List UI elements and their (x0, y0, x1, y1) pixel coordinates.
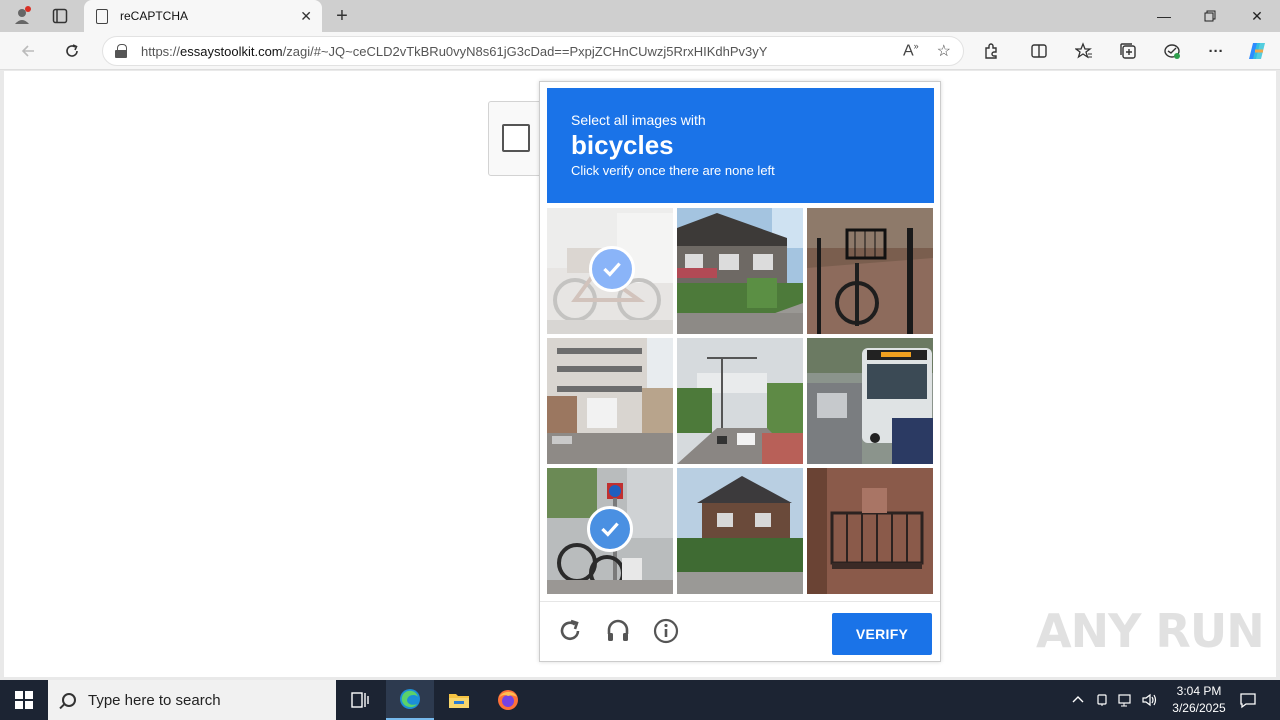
minimize-button[interactable]: — (1141, 0, 1187, 32)
close-window-button[interactable]: ✕ (1234, 0, 1280, 32)
image-tile-4[interactable] (547, 338, 673, 464)
profile-icon[interactable] (10, 4, 34, 28)
browser-essentials-icon[interactable] (1160, 40, 1184, 62)
page-icon (96, 8, 108, 24)
tab-recaptcha[interactable]: reCAPTCHA ✕ (84, 0, 322, 32)
back-arrow-icon[interactable] (15, 39, 41, 63)
recaptcha-checkbox[interactable] (502, 124, 530, 152)
network-icon[interactable] (1116, 690, 1136, 710)
tab-title: reCAPTCHA (120, 9, 189, 23)
notifications-icon[interactable] (1238, 690, 1258, 710)
image-tile-1[interactable] (547, 208, 673, 334)
audio-challenge-icon[interactable] (603, 616, 633, 646)
challenge-instruction: Select all images with (571, 112, 706, 128)
search-icon (62, 693, 76, 707)
firefox-icon[interactable] (484, 680, 532, 720)
image-tile-7[interactable] (547, 468, 673, 594)
collections-icon[interactable] (1116, 40, 1140, 62)
read-aloud-icon[interactable]: A» (903, 41, 919, 60)
image-grid (547, 208, 934, 595)
task-view-icon[interactable] (336, 680, 384, 720)
address-bar[interactable]: https://essaystoolkit.com/zagi/#~JQ~ceCL… (102, 36, 964, 66)
copilot-icon[interactable] (1246, 40, 1270, 62)
restore-button[interactable] (1187, 0, 1233, 32)
watermark-logo: ANY RUN (1036, 604, 1265, 658)
close-tab-icon[interactable]: ✕ (300, 8, 312, 25)
challenge-sub-instruction: Click verify once there are none left (571, 163, 775, 178)
image-tile-3[interactable] (807, 208, 933, 334)
split-screen-icon[interactable] (1027, 40, 1051, 62)
recaptcha-challenge: Select all images with bicycles Click ve… (539, 81, 941, 662)
tab-actions-icon[interactable] (48, 4, 72, 28)
info-icon[interactable] (651, 616, 681, 646)
url-domain: essaystoolkit.com (180, 43, 283, 59)
challenge-keyword: bicycles (571, 130, 674, 160)
image-tile-8[interactable] (677, 468, 803, 594)
url-prefix: https:// (141, 43, 181, 59)
start-button[interactable] (0, 680, 48, 720)
extensions-icon[interactable] (979, 40, 1003, 62)
lock-icon[interactable] (115, 44, 127, 58)
screen: reCAPTCHA ✕ + — ✕ https://essaystoolkit.… (0, 0, 1280, 720)
windows-logo-icon (15, 691, 33, 709)
favorite-star-icon[interactable]: ☆ (937, 41, 951, 61)
image-tile-5[interactable] (677, 338, 803, 464)
windows-taskbar: Type here to search 3:04 PM 3/26/2025 (0, 680, 1280, 720)
new-tab-button[interactable]: + (330, 4, 354, 28)
file-explorer-icon[interactable] (435, 680, 483, 720)
refresh-icon[interactable] (59, 39, 85, 63)
favorites-icon[interactable] (1072, 40, 1096, 62)
more-options-icon[interactable]: ··· (1204, 40, 1228, 62)
challenge-footer: VERIFY (540, 601, 940, 662)
image-tile-6[interactable] (807, 338, 933, 464)
verify-button[interactable]: VERIFY (832, 613, 932, 655)
search-placeholder: Type here to search (88, 691, 221, 709)
browser-tab-bar: reCAPTCHA ✕ + — ✕ (0, 0, 1280, 32)
system-clock[interactable]: 3:04 PM 3/26/2025 (1160, 683, 1238, 717)
url-text[interactable]: https://essaystoolkit.com/zagi/#~JQ~ceCL… (141, 44, 885, 59)
selected-checkmark-icon (589, 246, 635, 292)
reload-challenge-icon[interactable] (555, 616, 585, 646)
taskbar-search[interactable]: Type here to search (48, 680, 336, 720)
selected-checkmark-icon (587, 506, 633, 552)
clock-date: 3/26/2025 (1172, 701, 1226, 715)
clock-time: 3:04 PM (1176, 684, 1222, 698)
edge-taskbar-icon[interactable] (386, 680, 434, 720)
volume-icon[interactable] (1140, 690, 1160, 710)
image-tile-2[interactable] (677, 208, 803, 334)
url-path: /zagi/#~JQ~ceCLD2vTkBRu0vyN8s61jG3cDad==… (282, 43, 768, 59)
show-hidden-icons-chevron-icon[interactable] (1068, 690, 1088, 710)
image-tile-9[interactable] (807, 468, 933, 594)
browser-nav-bar: https://essaystoolkit.com/zagi/#~JQ~ceCL… (0, 32, 1280, 70)
challenge-header: Select all images with bicycles Click ve… (547, 88, 934, 203)
device-icon[interactable] (1092, 690, 1112, 710)
